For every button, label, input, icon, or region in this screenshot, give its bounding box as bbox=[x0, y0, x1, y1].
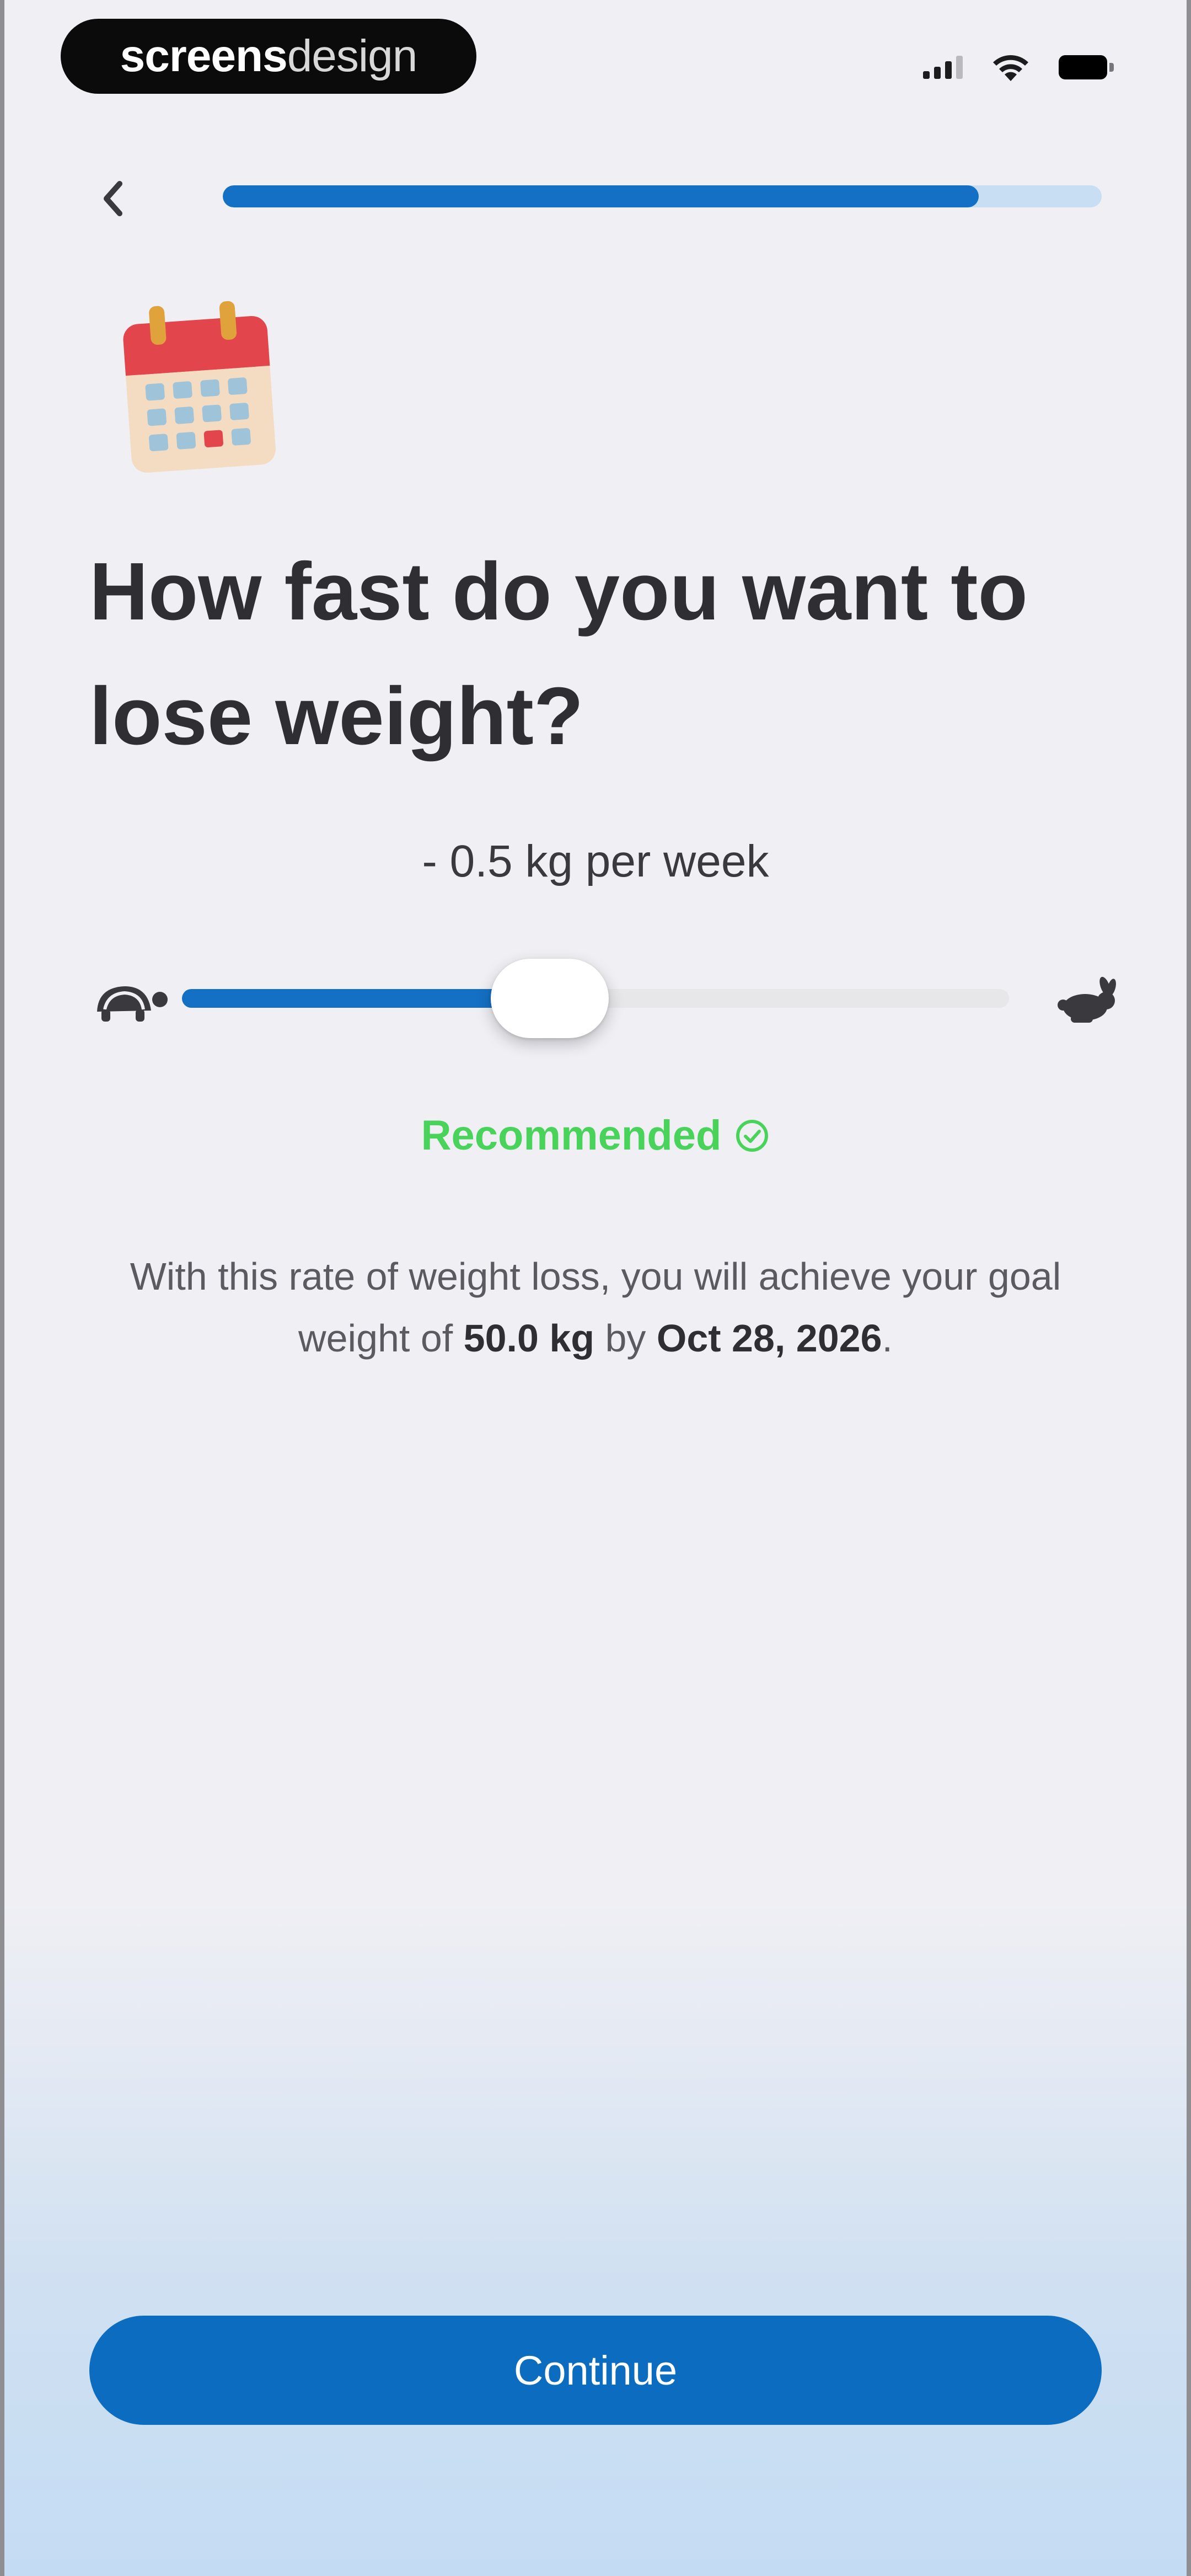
cellular-signal-icon bbox=[923, 56, 963, 79]
rate-value: - 0.5 kg per week bbox=[422, 836, 769, 886]
recommended-label: Recommended bbox=[421, 1112, 722, 1159]
page-title: How fast do you want to lose weight? bbox=[89, 546, 1028, 762]
chevron-left-icon bbox=[104, 181, 122, 216]
check-circle-icon bbox=[736, 1119, 769, 1152]
progress-bar bbox=[223, 185, 1102, 207]
wifi-icon bbox=[993, 55, 1028, 81]
logo-text-light: design bbox=[287, 31, 418, 81]
screensdesign-logo: screens design bbox=[61, 19, 476, 94]
goal-info-text: With this rate of weight loss, you will … bbox=[88, 1246, 1103, 1369]
continue-button[interactable]: Continue bbox=[89, 2316, 1102, 2425]
status-icons bbox=[923, 51, 1114, 84]
calendar-emoji-icon bbox=[123, 301, 276, 473]
progress-bar-fill bbox=[223, 185, 979, 207]
screen: screens design How fast do you want to l… bbox=[0, 0, 1191, 2576]
rate-slider[interactable] bbox=[182, 959, 1009, 1038]
rate-slider-thumb[interactable] bbox=[490, 959, 609, 1038]
logo-text-bold: screens bbox=[120, 31, 288, 81]
turtle-icon bbox=[97, 986, 168, 1022]
battery-icon bbox=[1059, 55, 1114, 79]
rabbit-icon bbox=[1058, 976, 1116, 1023]
goal-weight: 50.0 kg bbox=[463, 1317, 595, 1360]
goal-date: Oct 28, 2026 bbox=[656, 1317, 882, 1360]
info-text-3: . bbox=[882, 1317, 893, 1360]
back-button[interactable] bbox=[88, 174, 138, 223]
info-text-2: by bbox=[594, 1317, 657, 1360]
recommended-badge: Recommended bbox=[0, 1111, 1191, 1159]
